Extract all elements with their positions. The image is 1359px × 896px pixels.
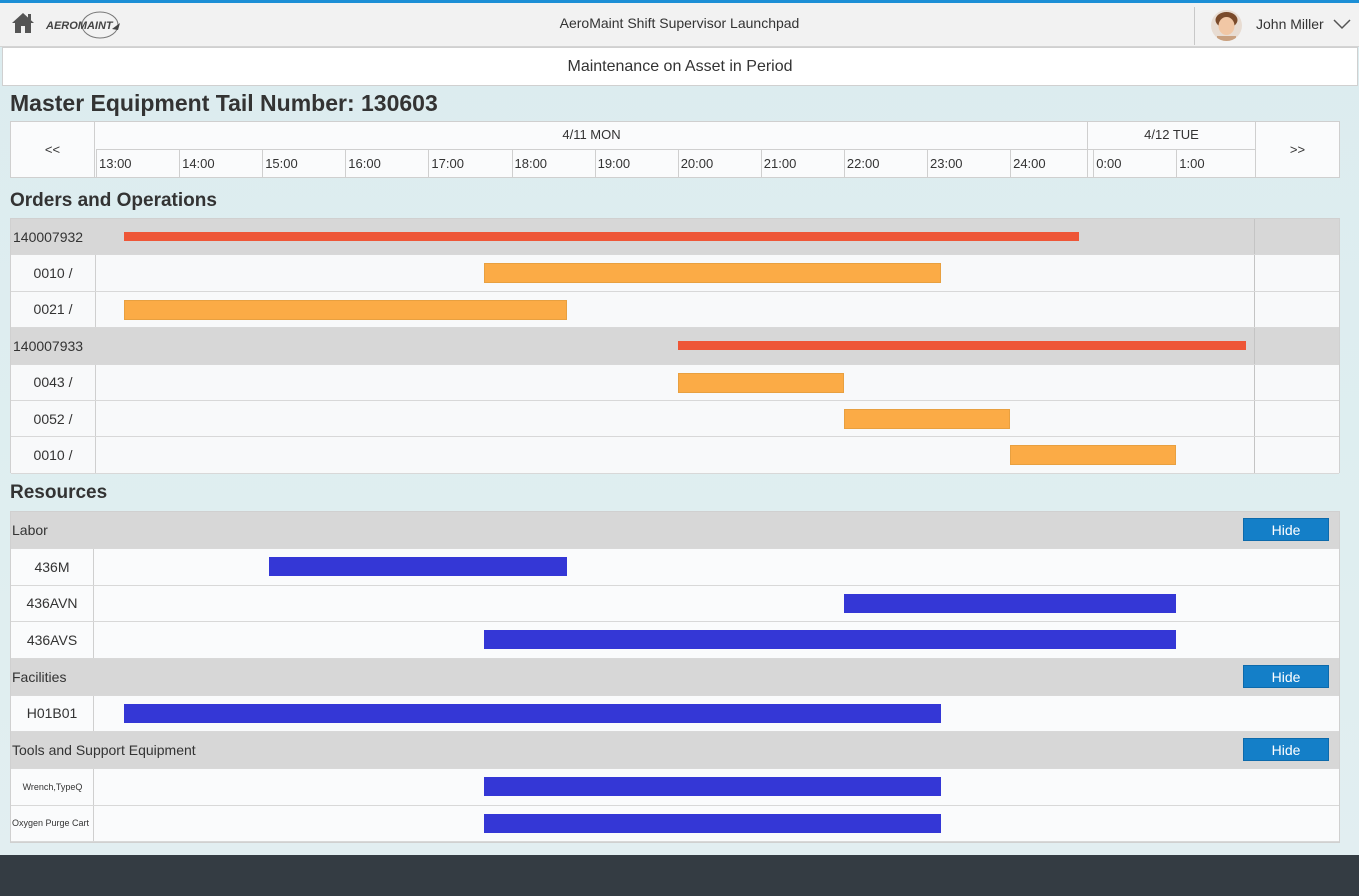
order-gantt-bar[interactable] bbox=[123, 232, 1080, 241]
resource-gantt-bar[interactable] bbox=[123, 703, 941, 723]
chevron-down-icon[interactable] bbox=[1332, 17, 1352, 31]
user-name[interactable]: John Miller bbox=[1256, 16, 1324, 32]
hour-tick-label: 16:00 bbox=[345, 150, 428, 177]
hour-tick-label: 22:00 bbox=[843, 150, 927, 177]
hour-tick-label: 23:00 bbox=[927, 150, 1010, 177]
operation-gantt-bar[interactable] bbox=[1010, 445, 1177, 466]
column-divider bbox=[95, 255, 96, 291]
hour-tick-label: 1:00 bbox=[1176, 150, 1259, 177]
hour-tick-label: 19:00 bbox=[594, 150, 678, 177]
operation-gantt-bar[interactable] bbox=[677, 372, 844, 393]
resource-group-label: Facilities bbox=[12, 668, 67, 685]
column-divider bbox=[1254, 291, 1255, 328]
orders-table: 140007932 0010 / 0021 / 140007933 0043 / 0052… bbox=[10, 218, 1340, 474]
column-divider bbox=[93, 769, 94, 805]
footer-bar bbox=[0, 855, 1359, 896]
day-label: 4/12 TUE bbox=[1088, 122, 1255, 150]
resource-gantt-bar[interactable] bbox=[483, 777, 941, 796]
hide-button[interactable]: Hide bbox=[1243, 738, 1329, 761]
column-divider bbox=[93, 549, 94, 585]
column-divider bbox=[1254, 364, 1255, 400]
app-title: AeroMaint Shift Supervisor Launchpad bbox=[559, 15, 800, 31]
hour-tick-label: 15:00 bbox=[262, 150, 345, 177]
timeline-prev-button[interactable]: << bbox=[11, 122, 95, 177]
order-gantt-bar[interactable] bbox=[677, 341, 1246, 351]
resource-label: 436AVS bbox=[26, 631, 78, 648]
hour-tick-label: 24:00 bbox=[1010, 150, 1093, 177]
resource-label: Oxygen Purge Cart bbox=[12, 818, 90, 829]
resource-label: H01B01 bbox=[26, 705, 78, 722]
resource-row[interactable]: 436M bbox=[11, 549, 1339, 586]
operation-row[interactable]: 0010 / bbox=[11, 437, 1339, 474]
column-divider bbox=[95, 364, 96, 400]
operation-number: 0052 / bbox=[33, 410, 73, 427]
column-divider bbox=[95, 291, 96, 328]
operation-number: 0010 / bbox=[33, 265, 73, 282]
resource-row[interactable]: Wrench,TypeQ bbox=[11, 769, 1339, 806]
order-row[interactable]: 140007932 bbox=[11, 219, 1339, 256]
column-divider bbox=[93, 695, 94, 731]
column-divider bbox=[95, 401, 96, 437]
operation-number: 0010 / bbox=[33, 447, 73, 464]
shell-divider bbox=[1194, 7, 1195, 45]
resources-table: Labor Hide 436M 436AVN 436AVS Facilities Hide H… bbox=[10, 511, 1340, 843]
operation-number: 0043 / bbox=[33, 374, 73, 391]
column-divider bbox=[93, 622, 94, 658]
operation-row[interactable]: 0043 / bbox=[11, 364, 1339, 401]
resources-section-title: Resources bbox=[10, 482, 108, 503]
hour-tick-label: 18:00 bbox=[511, 150, 595, 177]
column-divider bbox=[1254, 328, 1255, 364]
day-label: 4/11 MON bbox=[96, 122, 1087, 150]
page-subheader: Maintenance on Asset in Period bbox=[2, 47, 1358, 86]
operation-gantt-bar[interactable] bbox=[483, 263, 941, 284]
hour-tick-label: 14:00 bbox=[179, 150, 262, 177]
page-title: Master Equipment Tail Number: 130603 bbox=[10, 90, 438, 116]
column-divider bbox=[1254, 255, 1255, 291]
hour-tick-label: 20:00 bbox=[677, 150, 761, 177]
hour-tick-label: 13:00 bbox=[96, 150, 179, 177]
resource-gantt-bar[interactable] bbox=[843, 593, 1177, 613]
operation-gantt-bar[interactable] bbox=[843, 409, 1011, 429]
hour-tick-label: 0:00 bbox=[1093, 150, 1176, 177]
resource-gantt-bar[interactable] bbox=[483, 813, 941, 833]
resource-row[interactable]: Oxygen Purge Cart bbox=[11, 805, 1339, 842]
resource-gantt-bar[interactable] bbox=[483, 630, 1177, 649]
column-divider bbox=[93, 805, 94, 841]
column-divider bbox=[1254, 219, 1255, 255]
operation-row[interactable]: 0010 / bbox=[11, 255, 1339, 292]
resource-label: 436AVN bbox=[26, 595, 78, 612]
timeline-next-button[interactable]: >> bbox=[1255, 122, 1339, 177]
operation-row[interactable]: 0021 / bbox=[11, 291, 1339, 329]
column-divider bbox=[1254, 437, 1255, 473]
resource-row[interactable]: 436AVS bbox=[11, 622, 1339, 659]
resource-group-header: Labor Hide bbox=[11, 512, 1339, 549]
hide-button[interactable]: Hide bbox=[1243, 518, 1329, 541]
column-divider bbox=[95, 437, 96, 473]
resource-gantt-bar[interactable] bbox=[269, 557, 567, 576]
order-row[interactable]: 140007933 bbox=[11, 328, 1339, 365]
resource-group-label: Tools and Support Equipment bbox=[12, 742, 196, 758]
hour-tick-label: 21:00 bbox=[760, 150, 844, 177]
resource-group-label: Labor bbox=[12, 522, 48, 538]
column-divider bbox=[1254, 401, 1255, 437]
hour-tick-label: 17:00 bbox=[428, 150, 511, 177]
shell-bar: AEROMAINT AeroMaint Shift Supervisor Lau… bbox=[0, 3, 1359, 47]
resource-row[interactable]: H01B01 bbox=[11, 695, 1339, 732]
resource-group-header: Facilities Hide bbox=[11, 658, 1339, 696]
user-avatar[interactable] bbox=[1211, 10, 1242, 41]
resource-label: 436M bbox=[34, 558, 70, 575]
resource-label: Wrench,TypeQ bbox=[22, 781, 83, 792]
operation-row[interactable]: 0052 / bbox=[11, 401, 1339, 438]
orders-section-title: Orders and Operations bbox=[10, 190, 217, 211]
timeline-header: << 4/11 MON 4/12 TUE 13:00 14:00 15:00 16:0… bbox=[10, 121, 1340, 178]
hide-button[interactable]: Hide bbox=[1243, 664, 1329, 688]
column-divider bbox=[93, 585, 94, 621]
operation-gantt-bar[interactable] bbox=[123, 299, 567, 320]
operation-number: 0021 / bbox=[33, 301, 73, 318]
order-number: 140007932 bbox=[13, 228, 84, 245]
order-number: 140007933 bbox=[13, 337, 84, 354]
resource-row[interactable]: 436AVN bbox=[11, 585, 1339, 622]
resource-group-header: Tools and Support Equipment Hide bbox=[11, 732, 1339, 769]
